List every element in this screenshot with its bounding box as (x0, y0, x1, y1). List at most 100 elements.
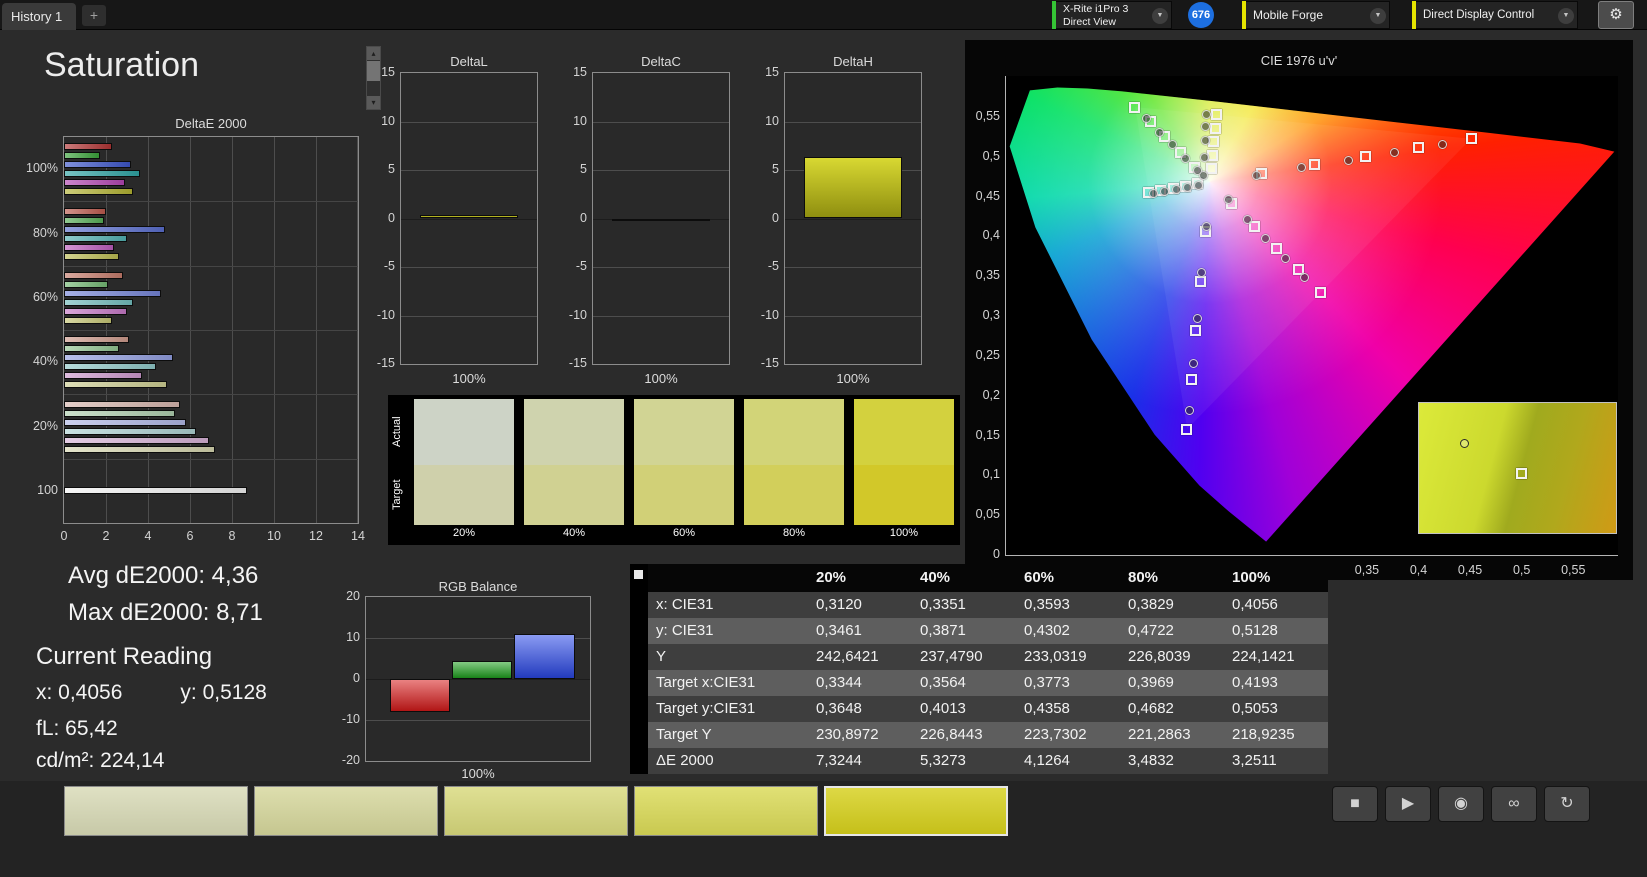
deltal-chart-title: DeltaL (450, 54, 488, 69)
patch-swatch[interactable] (444, 786, 628, 836)
meter-dropdown[interactable]: X-Rite i1Pro 3 Direct View ▼ (1052, 1, 1172, 29)
patch-percent-label: 40% (562, 527, 586, 539)
de2000-bar (64, 445, 216, 453)
de2000-x-tick-label: 12 (309, 529, 323, 543)
delta-bar (420, 214, 518, 219)
cie-measured-marker (1201, 222, 1211, 232)
delta-gridline (785, 218, 921, 220)
green-balance-bar (452, 660, 513, 679)
rgb-gridline (366, 720, 590, 721)
play-icon[interactable]: ▶ (1385, 786, 1431, 822)
de2000-group-divider (64, 201, 358, 203)
cie-chart-title: CIE 1976 u'v' (1260, 53, 1338, 68)
tab-history[interactable]: History 1 (2, 3, 76, 30)
de2000-bar (64, 363, 157, 371)
cie-measured-marker (1189, 359, 1199, 369)
de2000-group-divider (64, 394, 358, 396)
de2000-bar (64, 316, 113, 324)
pattern-source-label: Mobile Forge (1253, 8, 1324, 22)
de2000-bar (64, 225, 165, 233)
cie-zoom-inset (1418, 402, 1617, 534)
cie-target-marker (1209, 122, 1221, 134)
measure-icon[interactable]: ◉ (1438, 786, 1484, 822)
table-cell: 237,4790 (912, 644, 1016, 670)
cie-measured-marker (1199, 152, 1209, 162)
cie-measured-marker (1185, 405, 1195, 415)
display-control-dropdown[interactable]: Direct Display Control ▼ (1412, 1, 1578, 29)
chevron-down-icon[interactable]: ▼ (1152, 8, 1168, 24)
table-cell: 7,3244 (808, 748, 912, 774)
chevron-down-icon[interactable]: ▼ (1558, 8, 1574, 24)
delta-y-tick-label: -15 (568, 356, 587, 370)
de2000-bar (64, 298, 134, 306)
actual-swatch (414, 399, 514, 465)
delta-y-tick-label: 15 (573, 65, 587, 79)
table-cell: 221,2863 (1120, 722, 1224, 748)
de2000-bar (64, 336, 130, 344)
table-cell: 0,4682 (1120, 696, 1224, 722)
patch-percent-label: 20% (452, 527, 476, 539)
delta-gridline (593, 121, 729, 123)
table-cell: 218,9235 (1224, 722, 1328, 748)
rgb-balance-x-label: 100% (461, 766, 495, 781)
scrollbar-up-icon[interactable]: ▴ (367, 47, 380, 60)
delta-y-tick-label: 15 (765, 65, 779, 79)
delta-y-tick-label: 0 (772, 210, 779, 225)
display-control-label: Direct Display Control (1423, 9, 1535, 21)
table-cell: 224,1421 (1224, 644, 1328, 670)
cie-target-marker (1270, 242, 1282, 254)
cie-target-marker (1190, 324, 1202, 336)
patch-percent-label: 100% (889, 527, 919, 539)
actual-swatch (854, 399, 954, 465)
gear-icon[interactable]: ⚙ (1598, 1, 1634, 29)
scrollbar-down-icon[interactable]: ▾ (367, 96, 380, 109)
de2000-bar (64, 418, 186, 426)
add-tab-button[interactable]: + (82, 5, 106, 26)
de2000-x-tick-label: 8 (228, 529, 236, 543)
pattern-source-dropdown[interactable]: Mobile Forge ▼ (1242, 1, 1390, 29)
de2000-x-tick-label: 0 (60, 529, 68, 543)
delta-y-tick-label: -10 (568, 307, 587, 322)
delta-plot-1: 15 10 5 0 -5 -10 -15 (569, 65, 730, 370)
meter-name-label: X-Rite i1Pro 3 (1063, 3, 1129, 15)
de2000-plot: 0 2 4 6 8 10 12 14 100% 80% 60% 40% 20% 100 (26, 136, 365, 543)
refresh-icon[interactable]: ↻ (1544, 786, 1590, 822)
de2000-y-tick-label: 20% (32, 418, 58, 433)
table-cell: 233,0319 (1016, 644, 1120, 670)
de2000-bar (64, 216, 104, 224)
de2000-bar (64, 161, 132, 169)
cie-target-marker (1180, 423, 1192, 435)
table-cell: 0,3773 (1016, 670, 1120, 696)
patch-swatch[interactable] (634, 786, 818, 836)
stop-icon[interactable]: ■ (1332, 786, 1378, 822)
de2000-bar (64, 436, 209, 444)
max-de2000-value: Max dE2000: 8,71 (68, 599, 263, 626)
table-cell: 223,7302 (1016, 722, 1120, 748)
de2000-bar (64, 409, 176, 417)
table-cell: 0,3344 (808, 670, 912, 696)
table-header-cell: 40% (912, 564, 1016, 592)
table-cell: 226,8443 (912, 722, 1016, 748)
table-cell: 0,3593 (1016, 592, 1120, 618)
bottom-strip: ▦ ▲ Back Next ■▶◉∞↻ (0, 781, 1647, 877)
chevron-down-icon[interactable]: ▼ (1370, 8, 1386, 24)
cie-target-marker (1465, 133, 1477, 144)
patch-swatch[interactable] (824, 786, 1008, 836)
table-row-label: Target x:CIE31 (648, 670, 808, 696)
de2000-bar (64, 427, 197, 435)
patch-swatch[interactable] (254, 786, 438, 836)
rgb-y-tick-label: 0 (353, 671, 360, 685)
de2000-x-tick-label: 2 (102, 529, 110, 543)
cie-y-tick-label: 0,35 (975, 268, 1000, 283)
table-row-label: Y (648, 644, 808, 670)
patch-swatch[interactable] (64, 786, 248, 836)
cie-measured-marker (1171, 184, 1181, 194)
cie-plot: 000,050,050,10,10,150,150,20,20,250,250,… (976, 76, 1618, 577)
table-cell: 0,3829 (1120, 592, 1224, 618)
continuous-icon[interactable]: ∞ (1491, 786, 1537, 822)
patch-percent-label: 60% (672, 527, 696, 539)
cie-y-tick-label: 0,4 (982, 228, 1000, 243)
de2000-x-tick-label: 14 (351, 529, 365, 543)
cie-y-tick-label: 0,55 (975, 109, 1000, 123)
de2000-y-tick-label: 100 (37, 482, 58, 497)
